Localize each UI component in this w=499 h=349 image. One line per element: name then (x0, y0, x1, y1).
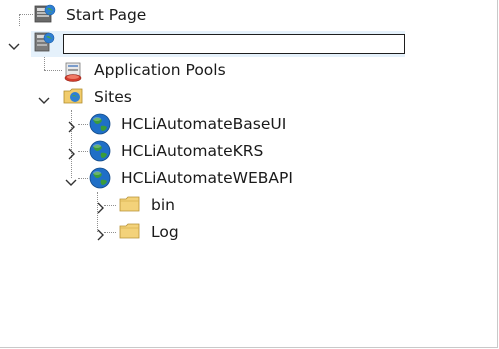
globe-icon (89, 140, 111, 162)
tree-item-label: HCLiAutomateKRS (121, 142, 264, 160)
globe-icon (89, 167, 111, 189)
tree-item-start-page[interactable]: Start Page (0, 2, 200, 28)
tree-item-sites[interactable]: Sites (0, 84, 200, 110)
tree-item-label: Application Pools (94, 61, 226, 79)
tree-item-folder[interactable]: bin (0, 192, 220, 218)
sites-folder-icon (63, 86, 83, 106)
server-name-field[interactable] (63, 34, 405, 54)
tree-item-label: HCLiAutomateWEBAPI (121, 169, 293, 187)
tree-item-site[interactable]: HCLiAutomateWEBAPI (0, 165, 340, 191)
tree-item-site[interactable]: HCLiAutomateBaseUI (0, 111, 320, 137)
folder-icon (119, 222, 140, 242)
tree-item-label: Start Page (66, 6, 147, 24)
server-icon[interactable] (33, 31, 55, 52)
tree-item-label: Log (151, 223, 179, 241)
connections-tree-pane: Start Page Application Pools Sites HCLiA… (0, 0, 498, 348)
tree-item-site[interactable]: HCLiAutomateKRS (0, 138, 320, 164)
app-pools-icon (63, 60, 83, 82)
start-page-icon (33, 3, 56, 23)
globe-icon (89, 113, 111, 135)
tree-item-application-pools[interactable]: Application Pools (0, 57, 260, 83)
tree-item-folder[interactable]: Log (0, 219, 220, 245)
folder-icon (119, 195, 140, 215)
tree-item-label: Sites (94, 88, 132, 106)
chevron-down-icon[interactable] (8, 38, 20, 50)
tree-item-label: bin (151, 196, 175, 214)
tree-item-label: HCLiAutomateBaseUI (121, 115, 287, 133)
